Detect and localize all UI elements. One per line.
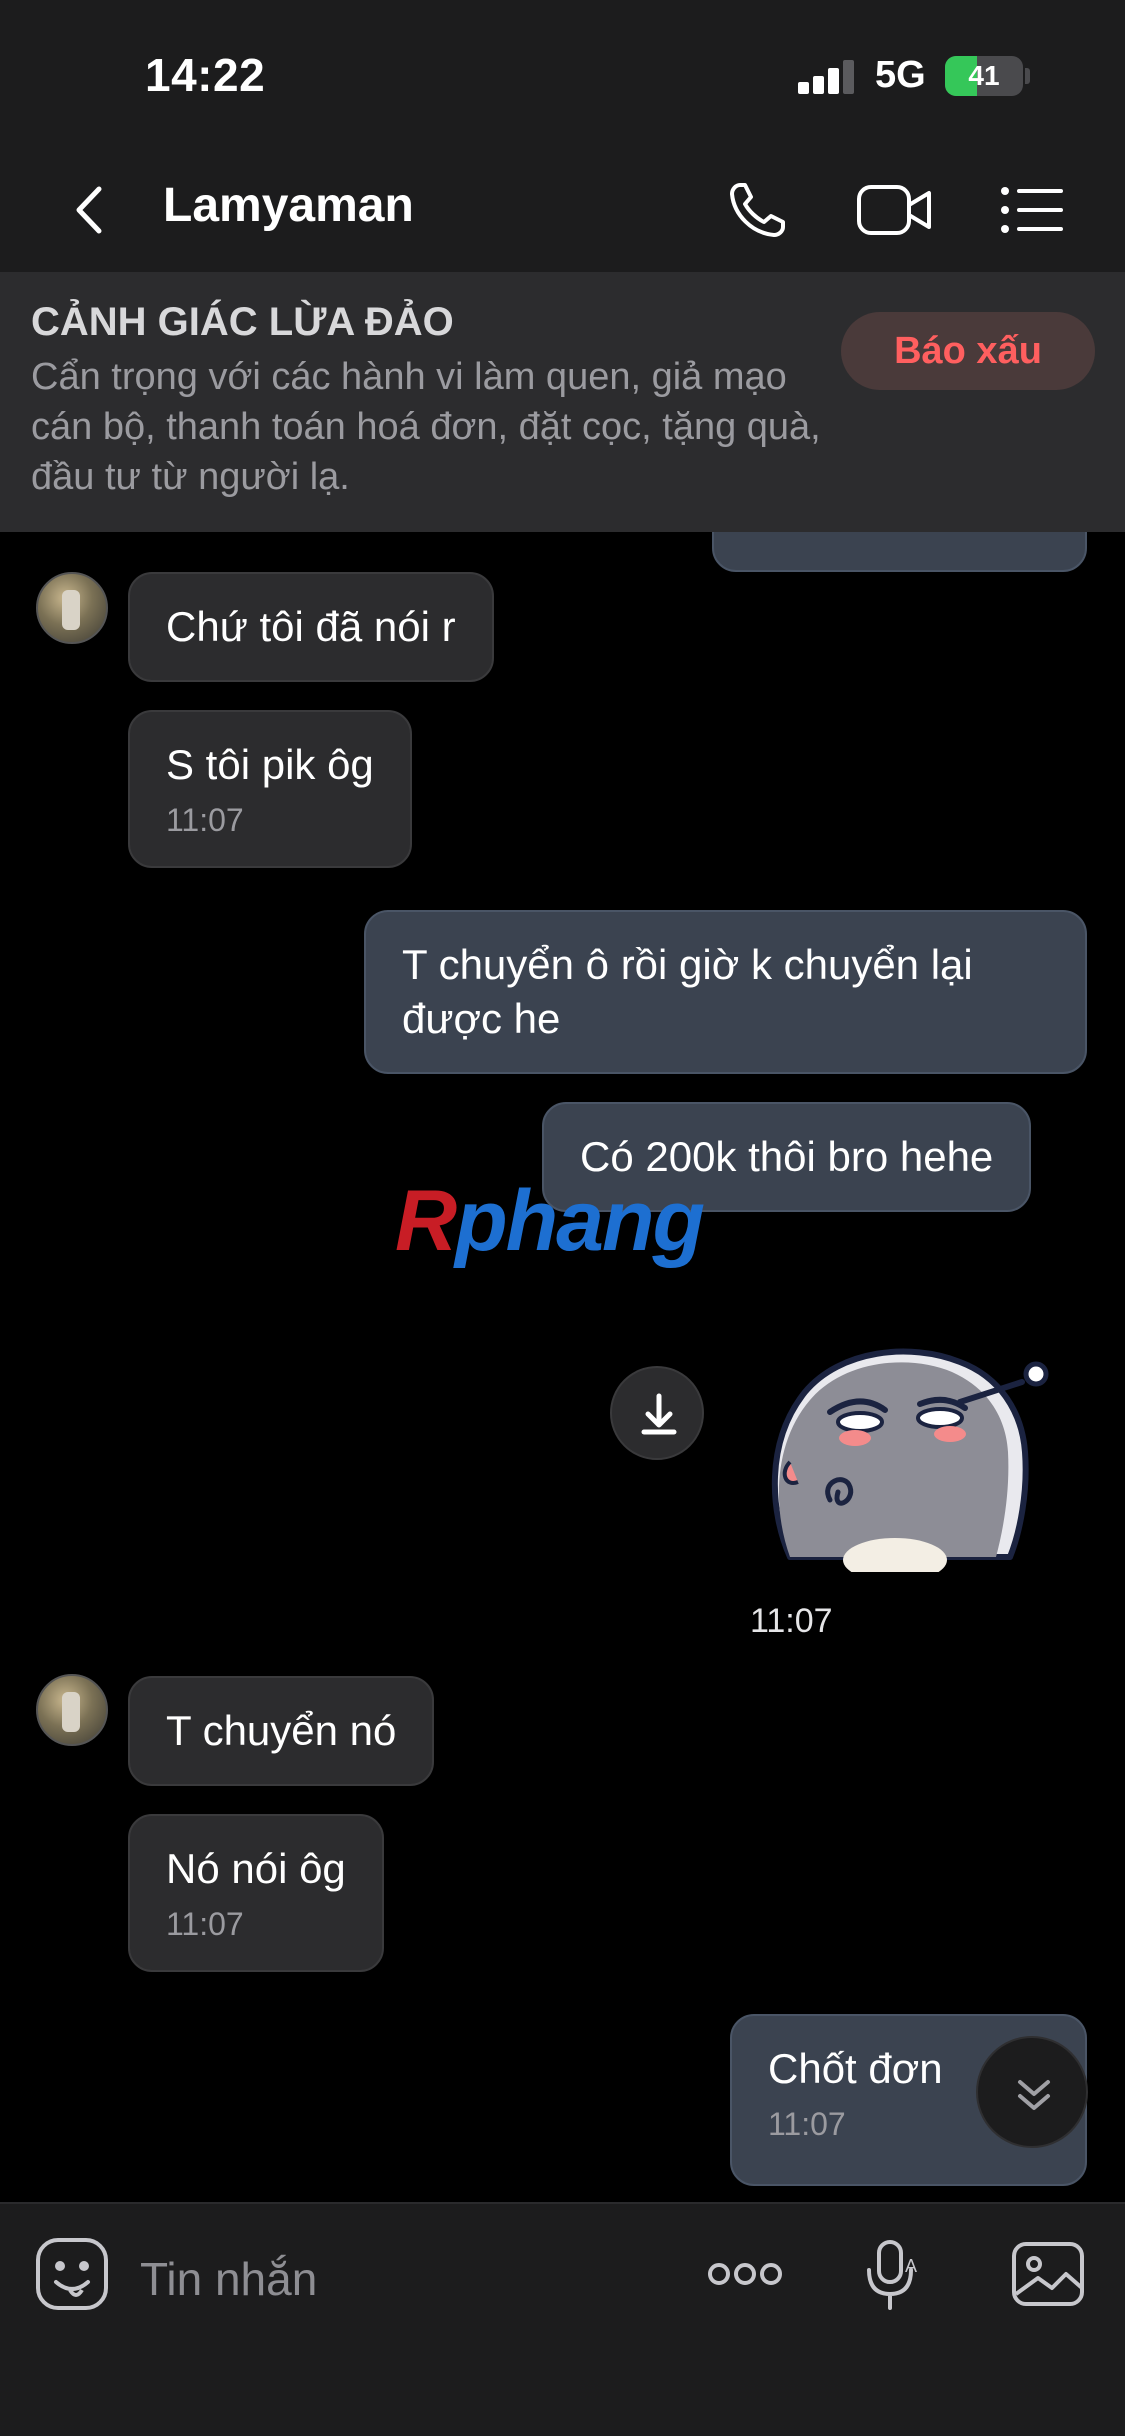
message-text: Chốt đơn: [768, 2045, 943, 2092]
message-bubble-incoming[interactable]: Nó nói ôg 11:07: [128, 1814, 384, 1972]
emoji-icon[interactable]: [32, 2234, 112, 2314]
scam-warning-banner: CẢNH GIÁC LỪA ĐẢO Cẩn trọng với các hành…: [0, 272, 1125, 532]
status-bar: 14:22 5G 41: [0, 0, 1125, 150]
svg-text:A: A: [905, 2256, 917, 2276]
battery-icon: 41: [945, 56, 1023, 96]
message-bubble-partial: [712, 532, 1087, 572]
message-bubble-outgoing[interactable]: T chuyển ô rồi giờ k chuyển lại được he: [364, 910, 1087, 1074]
message-list[interactable]: Chứ tôi đã nói r S tôi pik ôg 11:07 T ch…: [0, 532, 1125, 2202]
more-icon[interactable]: [705, 2234, 785, 2314]
cellular-signal-icon: [798, 60, 856, 94]
phone-icon[interactable]: [718, 175, 798, 245]
video-camera-icon[interactable]: [855, 175, 935, 245]
network-type: 5G: [875, 54, 926, 96]
chat-header: Lamyaman: [0, 150, 1125, 272]
voice-to-text-mic-icon[interactable]: A: [853, 2234, 933, 2314]
message-input-bar: A: [0, 2202, 1125, 2436]
battery-tip: [1025, 68, 1030, 84]
scroll-to-bottom-button[interactable]: [976, 2036, 1088, 2148]
sticker-time: 11:07: [750, 1602, 833, 1640]
battery-percent: 41: [968, 60, 1000, 91]
message-text: Nó nói ôg: [166, 1845, 346, 1892]
message-input[interactable]: [140, 2244, 660, 2314]
warning-title: CẢNH GIÁC LỪA ĐẢO: [31, 300, 454, 344]
report-button[interactable]: Báo xấu: [841, 312, 1095, 390]
contact-name[interactable]: Lamyaman: [163, 178, 414, 233]
message-bubble-incoming[interactable]: T chuyển nó: [128, 1676, 435, 1786]
message-text: T chuyển nó: [166, 1707, 397, 1754]
sticker-image[interactable]: [760, 1322, 1070, 1582]
message-text: Chứ tôi đã nói r: [166, 603, 456, 650]
image-icon[interactable]: [1008, 2234, 1088, 2314]
contact-avatar[interactable]: [36, 1674, 108, 1746]
download-icon[interactable]: [610, 1366, 704, 1460]
warning-body: Cẩn trọng với các hành vi làm quen, giả …: [31, 356, 821, 498]
status-time: 14:22: [145, 49, 266, 101]
contact-avatar[interactable]: [36, 572, 108, 644]
message-text: T chuyển ô rồi giờ k chuyển lại được he: [402, 941, 973, 1042]
message-bubble-incoming[interactable]: S tôi pik ôg 11:07: [128, 710, 412, 868]
watermark-logo: Rphang: [395, 1173, 705, 1269]
back-chevron-icon[interactable]: [55, 175, 125, 245]
list-menu-icon[interactable]: [995, 175, 1075, 245]
message-time: 11:07: [166, 802, 244, 838]
message-text: S tôi pik ôg: [166, 741, 374, 788]
message-time: 11:07: [166, 1906, 244, 1942]
message-bubble-incoming[interactable]: Chứ tôi đã nói r: [128, 572, 494, 682]
